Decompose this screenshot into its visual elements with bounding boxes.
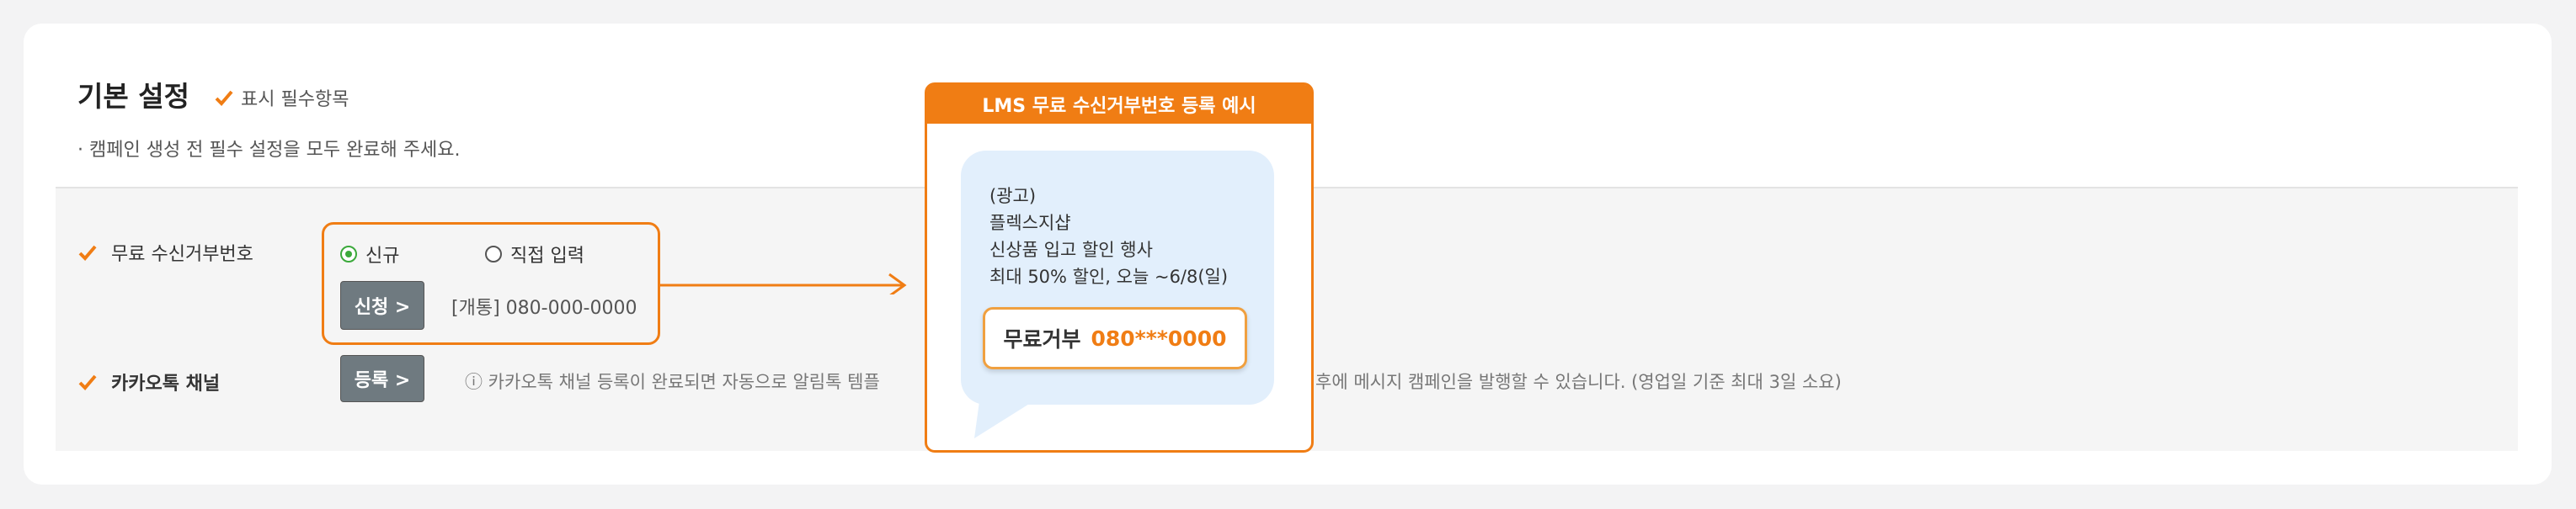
example-header: LMS 무료 수신거부번호 등록 예시 <box>927 85 1311 124</box>
apply-button[interactable]: 신청 > <box>340 281 424 330</box>
reject-label: 무료거부 <box>1003 327 1081 352</box>
check-icon <box>215 90 233 106</box>
unsubscribe-label-text: 무료 수신거부번호 <box>111 244 253 265</box>
kakao-note-start: ⓘ 카카오톡 채널 등록이 완료되면 자동으로 알림톡 템플 <box>465 372 880 392</box>
kakao-note-end: 후에 메시지 캠페인을 발행할 수 있습니다. (영업일 기준 최대 3일 소요… <box>1315 372 1842 392</box>
radio-direct-input[interactable]: 직접 입력 <box>485 241 584 268</box>
kakao-label-text: 카카오톡 채널 <box>111 374 221 395</box>
message-line: 최대 50% 할인, 오늘 ~6/8(일) <box>989 267 1229 287</box>
radio-new-label: 신규 <box>365 246 400 267</box>
reject-number-box: 무료거부 080***0000 <box>983 307 1247 369</box>
message-line: 신상품 입고 할인 행사 <box>989 240 1153 260</box>
unsubscribe-number: [개통] 080-000-0000 <box>451 298 637 319</box>
unsubscribe-label: 무료 수신거부번호 <box>77 239 253 266</box>
lms-example-popup: LMS 무료 수신거부번호 등록 예시 (광고) 플렉스지샵 신상품 입고 할인… <box>925 82 1314 453</box>
radio-unselected-icon[interactable] <box>485 246 502 262</box>
section-title: 기본 설정 <box>77 80 189 113</box>
section-note: · 캠페인 생성 전 필수 설정을 모두 완료해 주세요. <box>77 140 461 161</box>
kakao-label: 카카오톡 채널 <box>77 368 220 395</box>
reject-number: 080***0000 <box>1091 326 1227 351</box>
required-legend: 표시 필수항목 <box>214 84 349 111</box>
message-line: (광고) <box>989 186 1037 206</box>
required-legend-text: 표시 필수항목 <box>241 89 349 110</box>
radio-new[interactable]: 신규 <box>340 241 399 268</box>
check-icon <box>78 374 97 390</box>
check-icon <box>78 245 97 261</box>
arrow-icon <box>660 273 907 294</box>
register-button[interactable]: 등록 > <box>340 355 424 402</box>
radio-direct-label: 직접 입력 <box>510 246 584 267</box>
message-line: 플렉스지샵 <box>989 213 1071 233</box>
radio-selected-icon[interactable] <box>340 246 357 262</box>
bubble-tail-icon <box>974 401 1033 438</box>
